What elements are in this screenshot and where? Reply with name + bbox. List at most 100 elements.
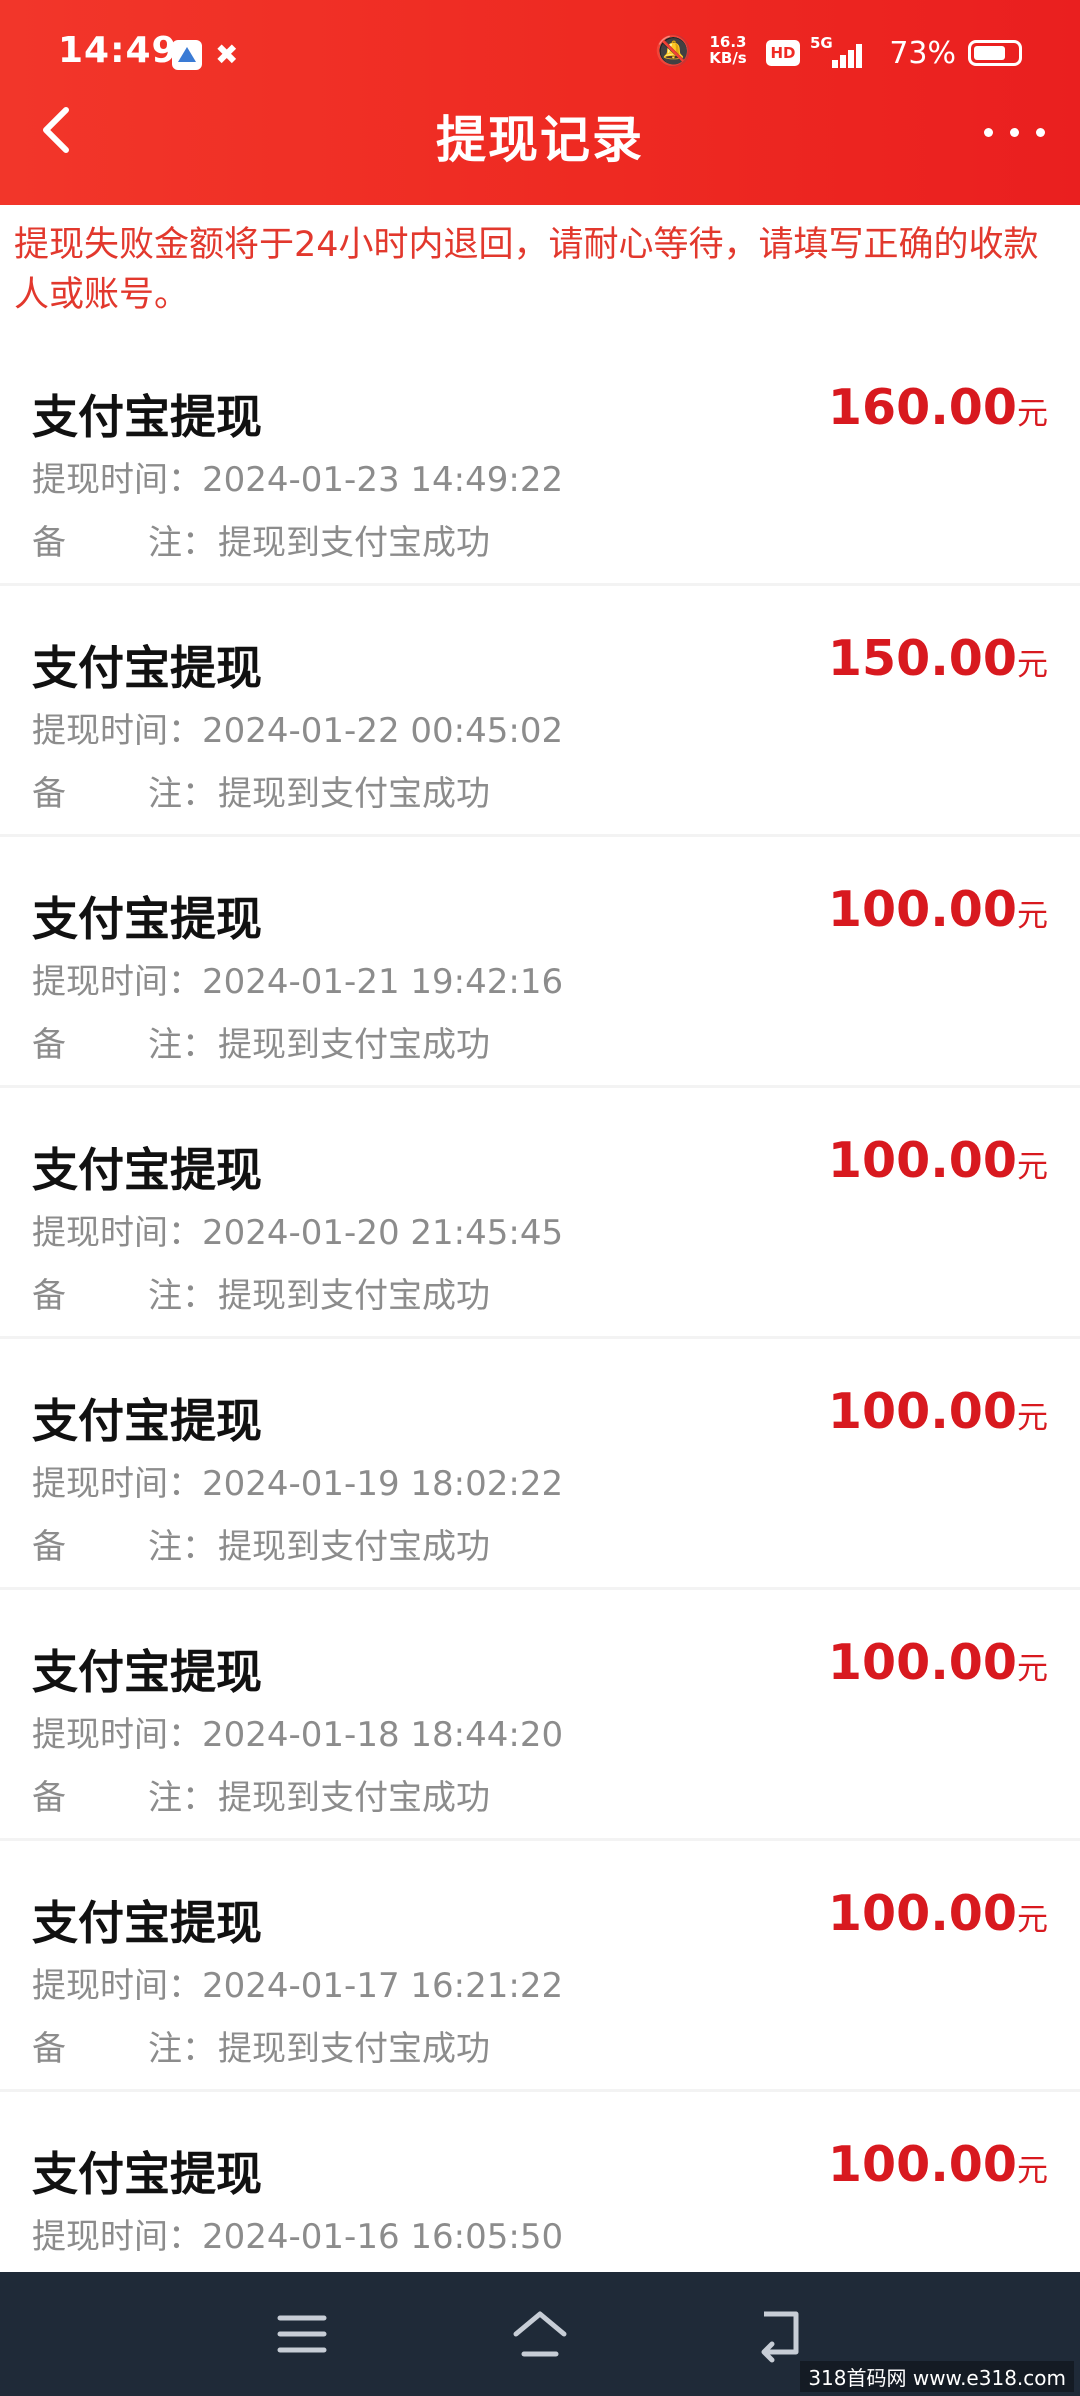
record-amount: 150.00元 <box>828 630 1048 687</box>
network-speed: 16.3 KB/s <box>706 34 750 66</box>
record-amount: 100.00元 <box>828 881 1048 938</box>
record-note-label-b: 注： <box>148 774 216 814</box>
record-amount-unit: 元 <box>1017 1902 1048 1938</box>
record-note-label-a: 备 <box>32 774 66 814</box>
record-note-label: 备 注： <box>32 1519 218 1568</box>
record-note-label-a: 备 <box>32 1527 66 1567</box>
record-note-label-b: 注： <box>148 2029 216 2069</box>
menu-button[interactable] <box>272 2304 332 2364</box>
record-time-label: 提现时间： <box>32 1966 202 2006</box>
record-time: 提现时间：2024-01-20 21:45:45 <box>32 1205 563 1254</box>
more-button[interactable] <box>980 108 1050 158</box>
record-time-value: 2024-01-23 14:49:22 <box>202 460 564 500</box>
withdraw-record[interactable]: 支付宝提现 160.00元 提现时间：2024-01-23 14:49:22 备… <box>0 335 1080 586</box>
record-amount-unit: 元 <box>1017 1400 1048 1436</box>
record-note-value: 提现到支付宝成功 <box>218 1527 490 1567</box>
record-amount: 100.00元 <box>828 2136 1048 2193</box>
network-type: 5G <box>810 34 833 52</box>
record-time: 提现时间：2024-01-21 19:42:16 <box>32 954 563 1003</box>
withdraw-record[interactable]: 支付宝提现 100.00元 提现时间：2024-01-17 16:21:22 备… <box>0 1841 1080 2092</box>
record-note-label-a: 备 <box>32 1276 66 1316</box>
withdraw-record[interactable]: 支付宝提现 150.00元 提现时间：2024-01-22 00:45:02 备… <box>0 586 1080 837</box>
home-button[interactable] <box>510 2304 570 2364</box>
status-indicators: 🔕 16.3 KB/s HD 5G 73% <box>602 28 1022 78</box>
record-amount-unit: 元 <box>1017 2153 1048 2189</box>
record-time: 提现时间：2024-01-22 00:45:02 <box>32 703 563 752</box>
record-amount-unit: 元 <box>1017 647 1048 683</box>
record-amount-value: 100.00 <box>827 1383 1017 1440</box>
withdraw-record-list: 支付宝提现 160.00元 提现时间：2024-01-23 14:49:22 备… <box>0 335 1080 2343</box>
record-note-label-b: 注： <box>148 1276 216 1316</box>
record-note-label-a: 备 <box>32 2029 66 2069</box>
record-note-label: 备 注： <box>32 1770 218 1819</box>
record-note-value: 提现到支付宝成功 <box>218 1778 490 1818</box>
record-note-label: 备 注： <box>32 1268 218 1317</box>
record-note-label: 备 注： <box>32 2021 218 2070</box>
record-note-value: 提现到支付宝成功 <box>218 774 490 814</box>
system-back-button[interactable] <box>750 2304 810 2364</box>
record-time-value: 2024-01-21 19:42:16 <box>202 962 564 1002</box>
record-time-label: 提现时间： <box>32 711 202 751</box>
record-title: 支付宝提现 <box>32 641 262 695</box>
record-time-value: 2024-01-16 16:05:50 <box>202 2217 564 2257</box>
record-title: 支付宝提现 <box>32 1645 262 1699</box>
record-title: 支付宝提现 <box>32 2147 262 2201</box>
app-header: 14:49 ✖ 🔕 16.3 KB/s HD 5G 73% 提现记录 <box>0 0 1080 205</box>
record-time-label: 提现时间： <box>32 1715 202 1755</box>
record-amount-value: 100.00 <box>827 1634 1017 1691</box>
record-time-value: 2024-01-18 18:44:20 <box>202 1715 564 1755</box>
record-note-value: 提现到支付宝成功 <box>218 1025 490 1065</box>
record-note: 备 注：提现到支付宝成功 <box>32 1268 490 1317</box>
record-title: 支付宝提现 <box>32 390 262 444</box>
record-note-value: 提现到支付宝成功 <box>218 523 490 563</box>
record-note-label-b: 注： <box>148 1025 216 1065</box>
battery-icon <box>968 40 1022 66</box>
record-amount-value: 150.00 <box>827 630 1017 687</box>
app-notification-icon <box>172 40 202 70</box>
record-amount-value: 100.00 <box>827 1885 1017 1942</box>
record-amount-value: 160.00 <box>827 379 1017 436</box>
record-note-label: 备 注： <box>32 515 218 564</box>
record-time-value: 2024-01-19 18:02:22 <box>202 1464 564 1504</box>
record-note-label-a: 备 <box>32 523 66 563</box>
withdraw-notice: 提现失败金额将于24小时内退回，请耐心等待，请填写正确的收款人或账号。 <box>14 225 1039 315</box>
record-amount-value: 100.00 <box>827 881 1017 938</box>
withdraw-record[interactable]: 支付宝提现 100.00元 提现时间：2024-01-21 19:42:16 备… <box>0 837 1080 1088</box>
record-note-label-a: 备 <box>32 1025 66 1065</box>
mute-bell-icon: 🔕 <box>654 34 692 69</box>
hd-badge: HD <box>766 40 800 66</box>
record-note-label-b: 注： <box>148 523 216 563</box>
record-amount: 160.00元 <box>828 379 1048 436</box>
record-note-label-b: 注： <box>148 1527 216 1567</box>
app-notification-icon-2: ✖ <box>215 38 239 71</box>
record-time-label: 提现时间： <box>32 1464 202 1504</box>
record-note-value: 提现到支付宝成功 <box>218 1276 490 1316</box>
watermark: 318首码网 www.e318.com <box>800 2361 1074 2392</box>
record-title: 支付宝提现 <box>32 892 262 946</box>
record-time-label: 提现时间： <box>32 460 202 500</box>
record-note: 备 注：提现到支付宝成功 <box>32 515 490 564</box>
withdraw-record[interactable]: 支付宝提现 100.00元 提现时间：2024-01-19 18:02:22 备… <box>0 1339 1080 1590</box>
record-amount-value: 100.00 <box>827 2136 1017 2193</box>
record-amount: 100.00元 <box>828 1383 1048 1440</box>
withdraw-record[interactable]: 支付宝提现 100.00元 提现时间：2024-01-18 18:44:20 备… <box>0 1590 1080 1841</box>
record-title: 支付宝提现 <box>32 1394 262 1448</box>
record-note-label: 备 注： <box>32 766 218 815</box>
record-note: 备 注：提现到支付宝成功 <box>32 1770 490 1819</box>
record-note: 备 注：提现到支付宝成功 <box>32 1017 490 1066</box>
menu-icon <box>277 2315 327 2353</box>
record-amount-unit: 元 <box>1017 1149 1048 1185</box>
record-title: 支付宝提现 <box>32 1896 262 1950</box>
back-arrow-icon <box>761 2311 799 2363</box>
withdraw-record[interactable]: 支付宝提现 100.00元 提现时间：2024-01-20 21:45:45 备… <box>0 1088 1080 1339</box>
record-time-value: 2024-01-20 21:45:45 <box>202 1213 564 1253</box>
record-note-label-a: 备 <box>32 1778 66 1818</box>
record-time-value: 2024-01-22 00:45:02 <box>202 711 564 751</box>
record-note: 备 注：提现到支付宝成功 <box>32 1519 490 1568</box>
more-dots-icon <box>984 128 993 137</box>
signal-icon: 5G <box>810 34 862 72</box>
record-time-label: 提现时间： <box>32 2217 202 2257</box>
network-speed-unit: KB/s <box>709 49 747 67</box>
record-time: 提现时间：2024-01-16 16:05:50 <box>32 2209 563 2258</box>
record-note: 备 注：提现到支付宝成功 <box>32 2021 490 2070</box>
